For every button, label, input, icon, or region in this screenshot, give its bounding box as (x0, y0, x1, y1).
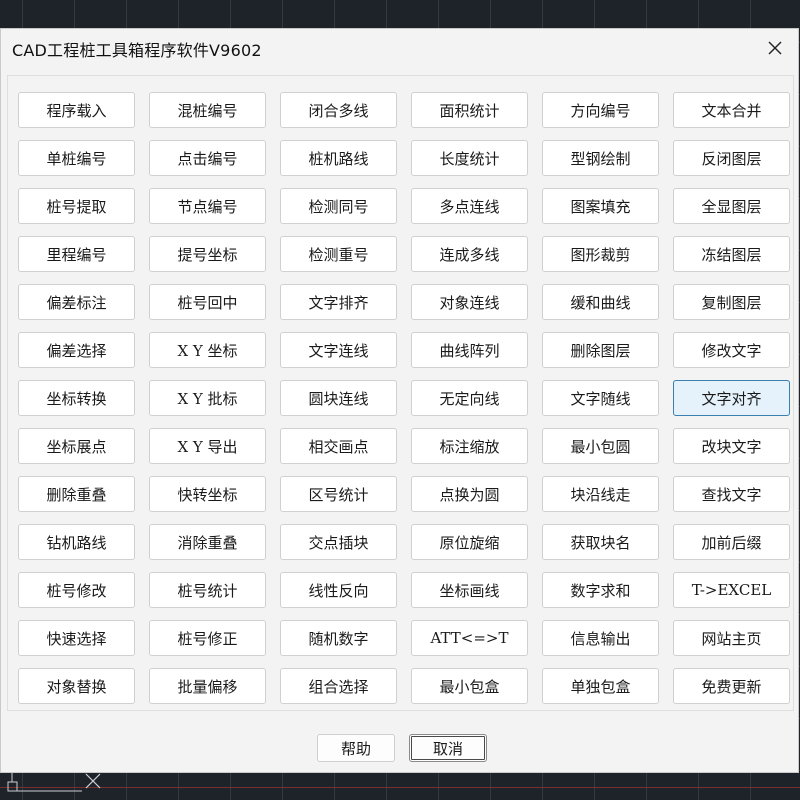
ucs-icon (7, 770, 86, 792)
tool-button[interactable]: 免费更新 (673, 668, 790, 704)
tool-button[interactable]: 长度统计 (411, 140, 528, 176)
tool-button[interactable]: 偏差选择 (18, 332, 135, 368)
tool-button[interactable]: 坐标画线 (411, 572, 528, 608)
tool-button[interactable]: 加前后缀 (673, 524, 790, 560)
tool-button-grid: 程序载入 混桩编号 闭合多线 面积统计 方向编号 文本合并单桩编号 点击编号 桩机路线 长度统计… (18, 92, 790, 704)
tool-button[interactable]: 图形裁剪 (542, 236, 659, 272)
tool-button[interactable]: 检测重号 (280, 236, 397, 272)
tool-button[interactable]: 文字对齐 (673, 380, 790, 416)
close-button[interactable] (760, 33, 790, 63)
tool-button[interactable]: 单独包盒 (542, 668, 659, 704)
tool-button[interactable]: 多点连线 (411, 188, 528, 224)
tool-button[interactable]: 对象替换 (18, 668, 135, 704)
tool-button[interactable]: 文本合并 (673, 92, 790, 128)
tool-button[interactable]: 改块文字 (673, 428, 790, 464)
tool-button[interactable]: 闭合多线 (280, 92, 397, 128)
tool-button[interactable]: 点击编号 (149, 140, 266, 176)
tool-button[interactable]: 块沿线走 (542, 476, 659, 512)
tool-button[interactable]: 批量偏移 (149, 668, 266, 704)
tool-button[interactable]: 区号统计 (280, 476, 397, 512)
tool-button[interactable]: 桩号修正 (149, 620, 266, 656)
tool-button[interactable]: 复制图层 (673, 284, 790, 320)
tool-button[interactable]: 快转坐标 (149, 476, 266, 512)
tool-button[interactable]: 交点插块 (280, 524, 397, 560)
tool-button[interactable]: 全显图层 (673, 188, 790, 224)
tool-button[interactable]: 数字求和 (542, 572, 659, 608)
tool-button[interactable]: 坐标展点 (18, 428, 135, 464)
tool-button[interactable]: 网站主页 (673, 620, 790, 656)
title-bar: CAD工程桩工具箱程序软件V9602 (1, 29, 798, 67)
tool-button[interactable]: 冻结图层 (673, 236, 790, 272)
tool-button[interactable]: 组合选择 (280, 668, 397, 704)
tool-button[interactable]: T->EXCEL (673, 572, 790, 608)
tool-button[interactable]: 面积统计 (411, 92, 528, 128)
tool-button[interactable]: X Y 坐标 (149, 332, 266, 368)
tool-button[interactable]: 相交画点 (280, 428, 397, 464)
tool-button[interactable]: 单桩编号 (18, 140, 135, 176)
tool-button[interactable]: 图案填充 (542, 188, 659, 224)
tool-button[interactable]: 缓和曲线 (542, 284, 659, 320)
tool-button[interactable]: 桩号统计 (149, 572, 266, 608)
tool-button[interactable]: 型钢绘制 (542, 140, 659, 176)
tool-button[interactable]: 消除重叠 (149, 524, 266, 560)
cancel-button[interactable]: 取消 (409, 734, 487, 762)
tool-button[interactable]: 反闭图层 (673, 140, 790, 176)
tool-button[interactable]: 圆块连线 (280, 380, 397, 416)
tool-button[interactable]: 无定向线 (411, 380, 528, 416)
tool-button[interactable]: 最小包盒 (411, 668, 528, 704)
toolbox-dialog: CAD工程桩工具箱程序软件V9602 程序载入 混桩编号 闭合多线 面积统计 方向编号文… (0, 28, 799, 773)
tool-button[interactable]: 节点编号 (149, 188, 266, 224)
tool-button[interactable]: ATT<=>T (411, 620, 528, 656)
tool-button[interactable]: X Y 导出 (149, 428, 266, 464)
close-icon (768, 41, 782, 55)
tool-button[interactable]: 桩号提取 (18, 188, 135, 224)
tool-button[interactable]: 文字连线 (280, 332, 397, 368)
tool-button[interactable]: 点换为圆 (411, 476, 528, 512)
tool-button[interactable]: 里程编号 (18, 236, 135, 272)
tool-button[interactable]: 桩机路线 (280, 140, 397, 176)
tool-button[interactable]: 信息输出 (542, 620, 659, 656)
tool-button[interactable]: 提号坐标 (149, 236, 266, 272)
tool-button[interactable]: 钻机路线 (18, 524, 135, 560)
window-title: CAD工程桩工具箱程序软件V9602 (12, 41, 262, 60)
tool-button[interactable]: 快速选择 (18, 620, 135, 656)
tool-button[interactable]: 文字排齐 (280, 284, 397, 320)
tool-button[interactable]: 对象连线 (411, 284, 528, 320)
tool-button[interactable]: 删除重叠 (18, 476, 135, 512)
tool-button[interactable]: 程序载入 (18, 92, 135, 128)
tool-button[interactable]: 查找文字 (673, 476, 790, 512)
tool-button[interactable]: 线性反向 (280, 572, 397, 608)
tool-button[interactable]: 方向编号 (542, 92, 659, 128)
tool-button[interactable]: 删除图层 (542, 332, 659, 368)
tool-button[interactable]: 获取块名 (542, 524, 659, 560)
tool-button[interactable]: 检测同号 (280, 188, 397, 224)
tool-button[interactable]: 随机数字 (280, 620, 397, 656)
tool-button[interactable]: 混桩编号 (149, 92, 266, 128)
tool-button[interactable]: 桩号修改 (18, 572, 135, 608)
tool-button[interactable]: 桩号回中 (149, 284, 266, 320)
tools-panel: 程序载入 混桩编号 闭合多线 面积统计 方向编号 文本合并单桩编号 点击编号 桩机路线 长度统计… (7, 75, 794, 711)
tool-button[interactable]: 标注缩放 (411, 428, 528, 464)
tool-button[interactable]: 原位旋缩 (411, 524, 528, 560)
help-button[interactable]: 帮助 (317, 734, 395, 762)
tool-button[interactable]: X Y 批标 (149, 380, 266, 416)
tool-button[interactable]: 偏差标注 (18, 284, 135, 320)
tool-button[interactable]: 最小包圆 (542, 428, 659, 464)
tool-button[interactable]: 修改文字 (673, 332, 790, 368)
tool-button[interactable]: 坐标转换 (18, 380, 135, 416)
cad-x-axis-line (0, 787, 800, 788)
cad-crosshair-icon (85, 773, 101, 789)
tool-button[interactable]: 曲线阵列 (411, 332, 528, 368)
tool-button[interactable]: 连成多线 (411, 236, 528, 272)
tool-button[interactable]: 文字随线 (542, 380, 659, 416)
